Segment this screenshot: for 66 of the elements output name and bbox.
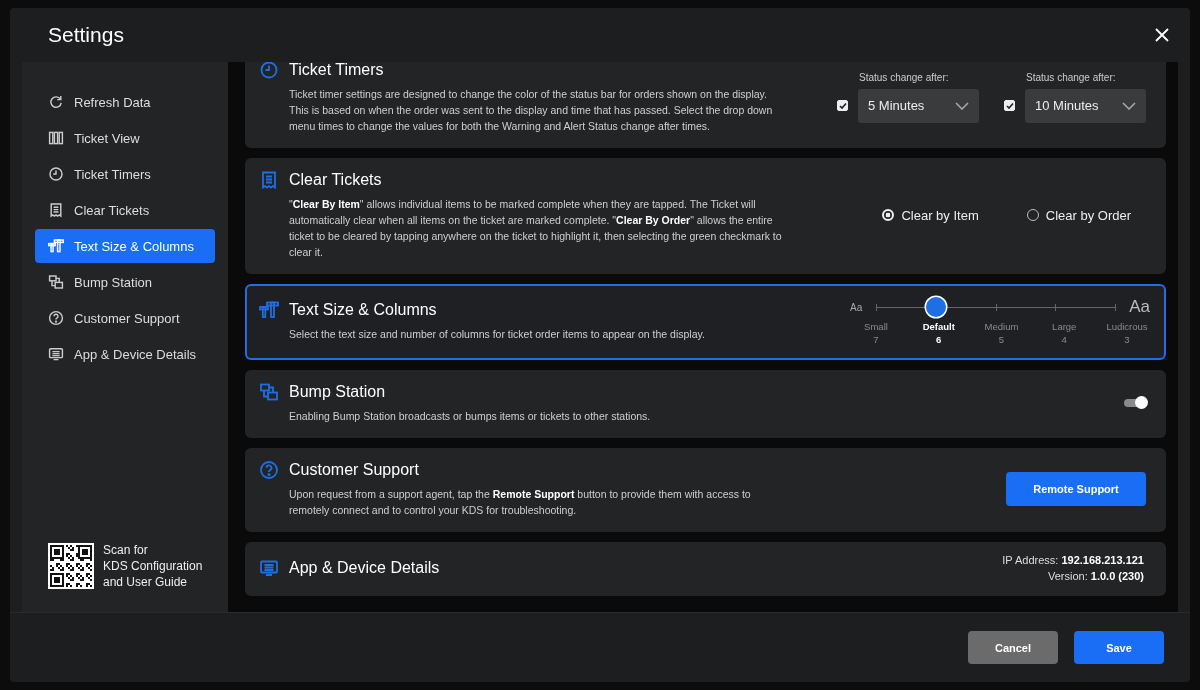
radio-option[interactable]: Clear by Item [882, 207, 979, 223]
qr-caption: Scan for KDS Configuration and User Guide [103, 542, 203, 590]
section-icon [259, 300, 279, 320]
cancel-button[interactable]: Cancel [968, 631, 1058, 664]
card-description: Ticket timer settings are designed to change the color of the status bar for orders shown on the display. This is based on when the order was sent to the display and time that has passed. Select the drop down menu times to change the values for both the Warning and Alert Status change after times. [289, 87, 774, 134]
save-button[interactable]: Save [1074, 631, 1164, 664]
sidebar-item[interactable]: App & Device Details [35, 337, 215, 371]
field-label: Status change after: [859, 71, 950, 83]
sidebar-item[interactable]: Refresh Data [35, 85, 215, 119]
slider-thumb[interactable] [925, 297, 946, 317]
card-description: Enabling Bump Station broadcasts or bumps items or tickets to other stations. [289, 409, 652, 424]
column-count: 7 [873, 333, 879, 346]
section-icon [259, 460, 279, 480]
sidebar-item[interactable]: Text Size & Columns [35, 229, 215, 263]
column-count: 4 [1061, 333, 1067, 346]
chevron-down-icon [1122, 101, 1136, 110]
nav-icon [48, 238, 64, 254]
nav-icon [48, 94, 64, 110]
card-title: Ticket Timers [289, 62, 384, 79]
card-description: Select the text size and number of columns for ticket order items to appear on the display. [289, 327, 706, 342]
slider-track[interactable] [876, 296, 1116, 318]
dropdown[interactable]: 10 Minutes [1025, 88, 1146, 123]
remote-support-button[interactable]: Remote Support [1006, 472, 1146, 506]
section-icon [259, 62, 279, 80]
checkbox[interactable] [837, 100, 848, 111]
column-count: 3 [1124, 333, 1130, 346]
size-label: Ludicrous [1106, 320, 1148, 333]
nav-icon [48, 346, 64, 362]
card-description: Upon request from a support agent, tap the Remote Support button to provide them with access to remotely connect and to control your KDS for troubleshooting. [289, 487, 752, 518]
sidebar-item[interactable]: Clear Tickets [35, 193, 215, 227]
card-title: Bump Station [289, 383, 386, 401]
card-title: Text Size & Columns [289, 301, 437, 319]
card-title: Customer Support [289, 461, 419, 479]
nav-icon [48, 310, 64, 326]
chevron-down-icon [955, 101, 969, 110]
small-text-label: Aa [850, 301, 863, 313]
nav-icon [48, 202, 64, 218]
radio-option[interactable]: Clear by Order [1026, 207, 1131, 223]
nav-icon [48, 166, 64, 182]
sidebar-item[interactable]: Ticket View [35, 121, 215, 155]
close-icon[interactable] [1154, 27, 1170, 43]
dropdown[interactable]: 5 Minutes [858, 88, 979, 123]
sidebar-item[interactable]: Customer Support [35, 301, 215, 335]
size-label: Medium [984, 320, 1019, 333]
device-detail: IP Address: 192.168.213.121 [1002, 554, 1144, 566]
card-description: "Clear By Item" allows individual items to be marked complete when they are tapped. The Ticket will automatically clear when all items on the ticket are marked complete. "Clear By Order" allows the entire ticket to be cleared by tapping anywhere on the ticket to highlight it, then selecting the green checkmark to clear it. [289, 197, 783, 260]
section-icon [259, 558, 279, 578]
sidebar-item[interactable]: Bump Station [35, 265, 215, 299]
size-label: Default [922, 320, 955, 333]
qr-code [48, 543, 94, 589]
nav-icon [48, 274, 64, 290]
checkbox[interactable] [1004, 100, 1015, 111]
section-icon [259, 170, 279, 190]
size-label: Small [864, 320, 888, 333]
sidebar-item[interactable]: Ticket Timers [35, 157, 215, 191]
window-title: Settings [48, 23, 124, 47]
column-count: 6 [936, 333, 942, 346]
nav-icon [48, 130, 64, 146]
large-text-label: Aa [1129, 297, 1150, 317]
card-title: Clear Tickets [289, 171, 382, 189]
device-detail: Version: 1.0.0 (230) [1048, 570, 1144, 582]
section-icon [259, 382, 279, 402]
card-title: App & Device Details [289, 559, 440, 577]
column-count: 5 [998, 333, 1005, 346]
field-label: Status change after: [1026, 71, 1117, 83]
size-label: Large [1052, 320, 1077, 333]
